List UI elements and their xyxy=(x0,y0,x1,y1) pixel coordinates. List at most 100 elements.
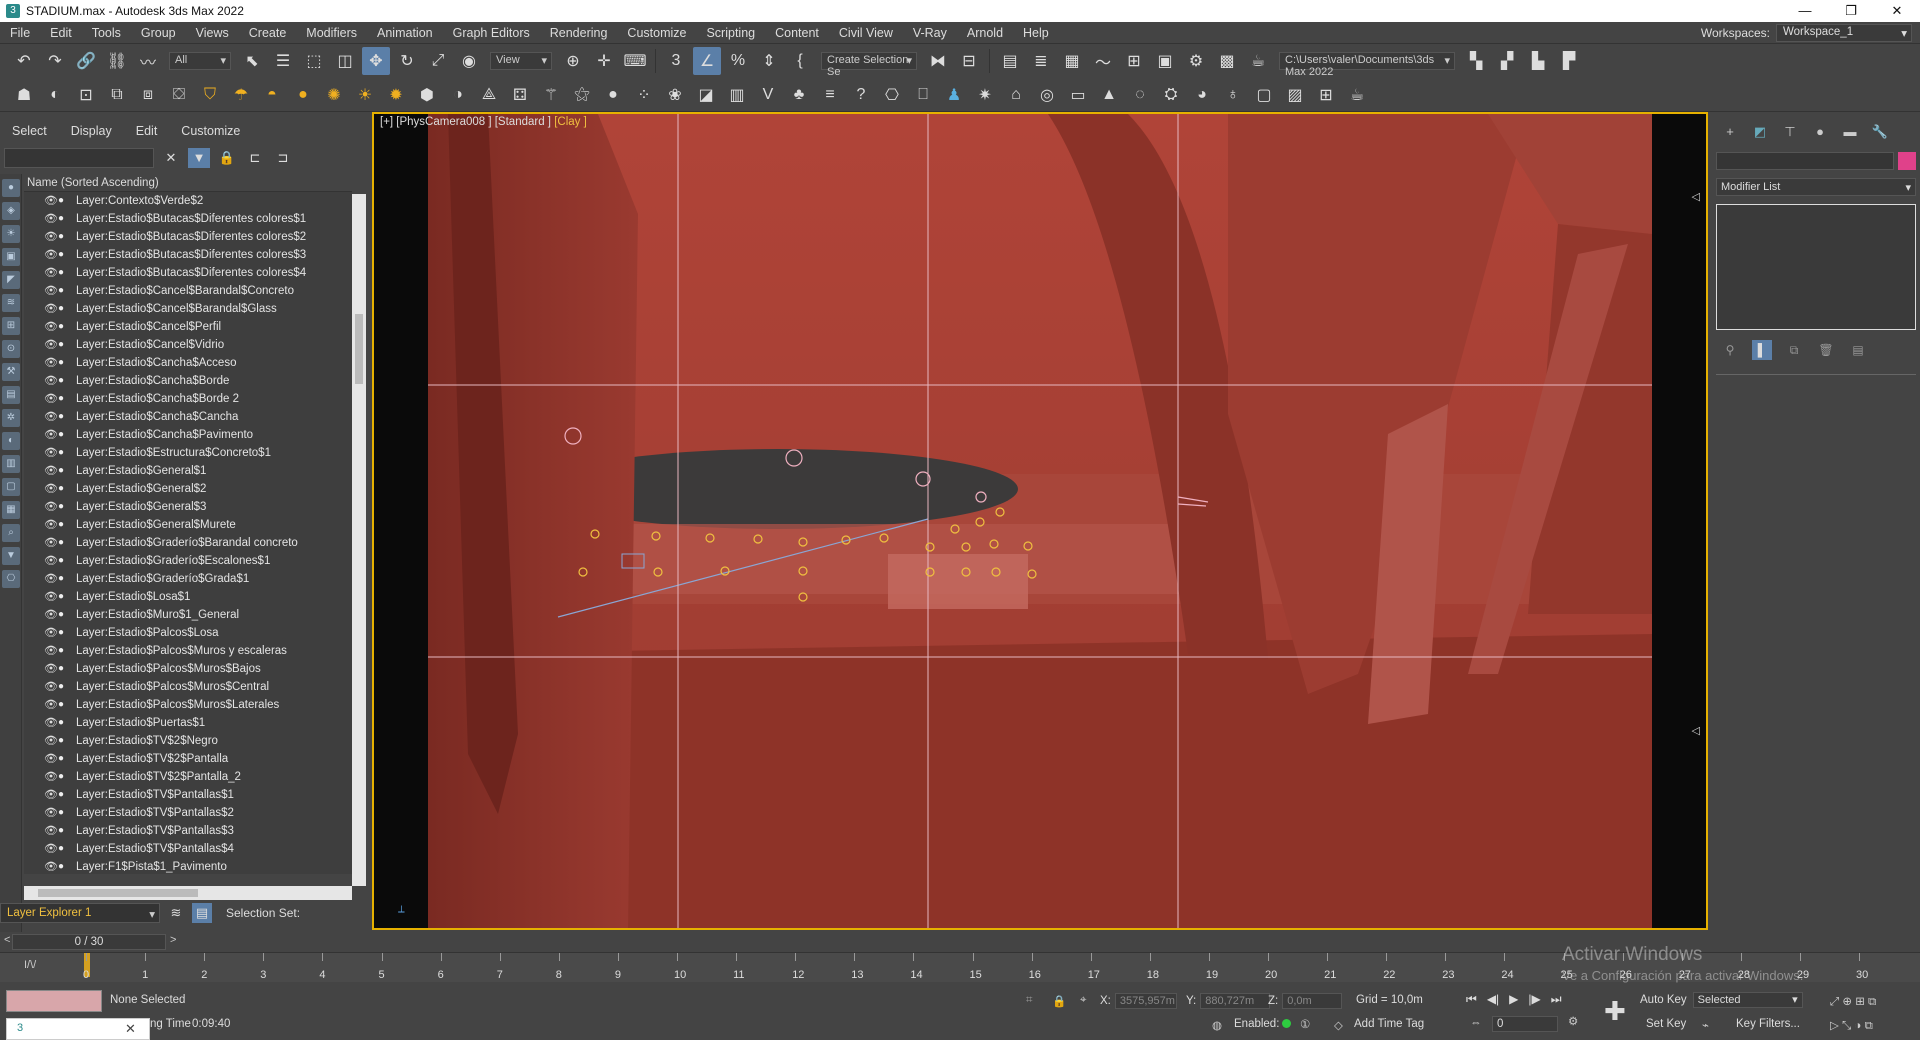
snaps-toggle-icon[interactable]: 3 xyxy=(662,47,690,75)
select-place-icon[interactable]: ◉ xyxy=(455,47,483,75)
filter-icon[interactable]: ▼ xyxy=(188,148,210,168)
vray-mesh-icon[interactable]: ⚃ xyxy=(506,81,534,109)
layer-list-vertical-scrollbar[interactable] xyxy=(352,194,366,886)
layer-row[interactable]: 👁 ● Layer:Estadio$Butacas$Diferentes color… xyxy=(24,228,352,246)
freeze-dot-icon[interactable]: ● xyxy=(58,282,68,300)
layer-row[interactable]: 👁 ● Layer:Estadio$Cancel$Barandal$Concreto xyxy=(24,282,352,300)
layer-row[interactable]: 👁 ● Layer:Estadio$Cancha$Acceso xyxy=(24,354,352,372)
menu-help[interactable]: Help xyxy=(1013,22,1059,44)
link-icon[interactable]: 🔗 xyxy=(72,47,100,75)
menu-views[interactable]: Views xyxy=(186,22,239,44)
layer-row[interactable]: 👁 ● Layer:Estadio$Cancha$Pavimento xyxy=(24,426,352,444)
freeze-dot-icon[interactable]: ● xyxy=(58,732,68,750)
layer-row[interactable]: 👁 ● Layer:Estadio$TV$Pantallas$4 xyxy=(24,840,352,858)
freeze-dot-icon[interactable]: ● xyxy=(58,246,68,264)
minimize-button[interactable]: — xyxy=(1782,0,1828,22)
visibility-eye-icon[interactable]: 👁 xyxy=(44,786,58,804)
freeze-dot-icon[interactable]: ● xyxy=(58,624,68,642)
freeze-dot-icon[interactable]: ● xyxy=(58,228,68,246)
scene-explorer-icon[interactable]: ▤ xyxy=(996,47,1024,75)
menu-scripting[interactable]: Scripting xyxy=(696,22,765,44)
freeze-dot-icon[interactable]: ● xyxy=(58,264,68,282)
freeze-dot-icon[interactable]: ● xyxy=(58,390,68,408)
viewport[interactable]: [+] [PhysCamera008 ] [Standard ] [Clay ]… xyxy=(372,112,1708,930)
set-project-icon[interactable]: ▚ xyxy=(1462,47,1490,75)
freeze-dot-icon[interactable]: ● xyxy=(58,570,68,588)
select-scale-icon[interactable]: ⤢ xyxy=(424,47,452,75)
visibility-eye-icon[interactable]: 👁 xyxy=(44,300,58,318)
visibility-eye-icon[interactable]: 👁 xyxy=(44,768,58,786)
layer-row[interactable]: 👁 ● Layer:Estadio$Cancha$Cancha xyxy=(24,408,352,426)
prev-frame-icon[interactable]: ◀| xyxy=(1487,992,1499,1007)
modifier-list-dropdown[interactable]: Modifier List xyxy=(1716,178,1916,196)
layer-row[interactable]: 👁 ● Layer:Estadio$Cancel$Vidrio xyxy=(24,336,352,354)
named-selection-dropdown[interactable]: Create Selection Se xyxy=(821,52,917,78)
menu-customize[interactable]: Customize xyxy=(617,22,696,44)
layer-row[interactable]: 👁 ● Layer:Estadio$Puertas$1 xyxy=(24,714,352,732)
se-menu-display[interactable]: Display xyxy=(59,122,124,140)
freeze-dot-icon[interactable]: ● xyxy=(58,804,68,822)
vray-sun-icon[interactable]: ✺ xyxy=(320,81,348,109)
visibility-eye-icon[interactable]: 👁 xyxy=(44,318,58,336)
visibility-eye-icon[interactable]: 👁 xyxy=(44,606,58,624)
taskbar-thumbnail[interactable]: 3 ✕ xyxy=(6,1018,150,1040)
visibility-eye-icon[interactable]: 👁 xyxy=(44,282,58,300)
visibility-eye-icon[interactable]: 👁 xyxy=(44,372,58,390)
hierarchy-tab-icon[interactable]: ⊤ xyxy=(1780,124,1800,142)
display-none-icon[interactable]: ▢ xyxy=(2,478,20,496)
freeze-dot-icon[interactable]: ● xyxy=(58,318,68,336)
layer-row[interactable]: 👁 ● Layer:Estadio$Graderío$Barandal concre… xyxy=(24,534,352,552)
visibility-eye-icon[interactable]: 👁 xyxy=(44,426,58,444)
select-by-name-icon[interactable]: ☰ xyxy=(269,47,297,75)
ribbon-icon[interactable]: ▦ xyxy=(1058,47,1086,75)
vray-tools-icon[interactable]: ▥ xyxy=(723,81,751,109)
freeze-dot-icon[interactable]: ● xyxy=(58,678,68,696)
project-settings-icon[interactable]: ▛ xyxy=(1555,47,1583,75)
vray-fire-icon[interactable]: ⚝ xyxy=(568,81,596,109)
menu-graph-editors[interactable]: Graph Editors xyxy=(443,22,540,44)
vray-logo-icon[interactable]: V xyxy=(754,81,782,109)
display-tab-icon[interactable]: ▬ xyxy=(1840,124,1860,142)
freeze-dot-icon[interactable]: ● xyxy=(58,372,68,390)
arnold-viewer-icon[interactable]: ▨ xyxy=(1281,81,1309,109)
visibility-eye-icon[interactable]: 👁 xyxy=(44,246,58,264)
visibility-eye-icon[interactable]: 👁 xyxy=(44,534,58,552)
menu-arnold[interactable]: Arnold xyxy=(957,22,1013,44)
x-field[interactable]: 3575,957m xyxy=(1114,993,1177,1009)
schematic-view-icon[interactable]: ⊞ xyxy=(1120,47,1148,75)
select-manipulate-icon[interactable]: ✛ xyxy=(590,47,618,75)
ref-coord-dropdown[interactable]: View xyxy=(490,52,552,70)
layer-row[interactable]: 👁 ● Layer:F1$Pista$1_Pavimento xyxy=(24,858,352,874)
mirror-icon[interactable]: ⧓ xyxy=(924,47,952,75)
layer-explorer-icon[interactable]: ≣ xyxy=(1027,47,1055,75)
time-tag-icon[interactable]: ◇ xyxy=(1334,1018,1343,1032)
arnold-physical-sky-icon[interactable]: ◎ xyxy=(1033,81,1061,109)
scrollbar-thumb[interactable] xyxy=(38,889,198,897)
layer-row[interactable]: 👁 ● Layer:Estadio$TV$Pantallas$1 xyxy=(24,786,352,804)
time-slider-prev-icon[interactable]: < xyxy=(4,934,10,946)
freeze-dot-icon[interactable]: ● xyxy=(58,534,68,552)
freeze-dot-icon[interactable]: ● xyxy=(58,588,68,606)
rect-selection-icon[interactable]: ⬚ xyxy=(300,47,328,75)
arnold-teapot-icon[interactable]: ☕ xyxy=(1343,81,1371,109)
selection-filter-dropdown[interactable]: All xyxy=(169,52,231,70)
layer-row[interactable]: 👁 ● Layer:Estadio$Butacas$Diferentes color… xyxy=(24,246,352,264)
select-object-icon[interactable]: ⬉ xyxy=(238,47,266,75)
menu-group[interactable]: Group xyxy=(131,22,186,44)
layer-row[interactable]: 👁 ● Layer:Estadio$Graderío$Grada$1 xyxy=(24,570,352,588)
visibility-eye-icon[interactable]: 👁 xyxy=(44,696,58,714)
layer-row[interactable]: 👁 ● Layer:Estadio$Palcos$Muros$Laterales xyxy=(24,696,352,714)
hierarchy-toggle-icon[interactable]: ▤ xyxy=(192,903,212,923)
freeze-dot-icon[interactable]: ● xyxy=(58,714,68,732)
close-button[interactable]: ✕ xyxy=(1874,0,1920,22)
hierarchy-icon[interactable]: ⊏ xyxy=(244,148,266,168)
show-end-result-icon[interactable]: ▌ xyxy=(1752,340,1772,360)
layer-row[interactable]: 👁 ● Layer:Estadio$Losa$1 xyxy=(24,588,352,606)
redo-icon[interactable]: ↷ xyxy=(41,47,69,75)
vray-light-icon[interactable]: ⛉ xyxy=(196,81,224,109)
viewport-scene[interactable] xyxy=(428,114,1652,928)
adaptive-degradation-icon[interactable]: ◍ xyxy=(1212,1018,1222,1032)
display-frozen-icon[interactable]: ◐ xyxy=(2,432,20,450)
freeze-dot-icon[interactable]: ● xyxy=(58,642,68,660)
visibility-eye-icon[interactable]: 👁 xyxy=(44,804,58,822)
